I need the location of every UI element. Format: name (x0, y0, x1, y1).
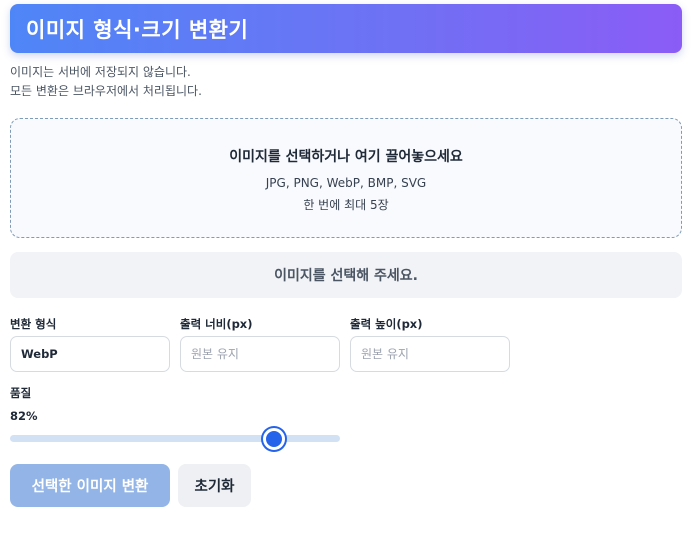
dropzone-formats: JPG, PNG, WebP, BMP, SVG (265, 176, 427, 190)
quality-slider-thumb[interactable] (262, 428, 285, 450)
notice-line-2: 모든 변환은 브라우저에서 처리됩니다. (10, 84, 202, 98)
quality-label: 품질 (10, 386, 32, 400)
image-dropzone[interactable]: 이미지를 선택하거나 여기 끌어놓으세요 JPG, PNG, WebP, BMP… (10, 118, 682, 238)
height-input[interactable] (350, 336, 510, 372)
format-select[interactable]: WebP (10, 336, 170, 372)
quality-slider-track[interactable] (10, 435, 340, 442)
quality-value: 82% (10, 409, 38, 423)
dropzone-limit: 한 번에 최대 5장 (303, 198, 389, 212)
status-message: 이미지를 선택해 주세요. (10, 252, 682, 298)
reset-button[interactable]: 초기화 (178, 464, 251, 507)
convert-button[interactable]: 선택한 이미지 변환 (10, 464, 170, 507)
privacy-notice: 이미지는 서버에 저장되지 않습니다. 모든 변환은 브라우저에서 처리됩니다. (10, 63, 202, 101)
format-label: 변환 형식 (10, 317, 57, 331)
dropzone-title: 이미지를 선택하거나 여기 끌어놓으세요 (229, 149, 463, 165)
notice-line-1: 이미지는 서버에 저장되지 않습니다. (10, 65, 191, 79)
height-label: 출력 높이(px) (350, 317, 423, 331)
app-header: 이미지 형식·크기 변환기 (10, 4, 682, 53)
width-input[interactable] (180, 336, 340, 372)
page-title: 이미지 형식·크기 변환기 (26, 17, 249, 42)
width-label: 출력 너비(px) (180, 317, 253, 331)
